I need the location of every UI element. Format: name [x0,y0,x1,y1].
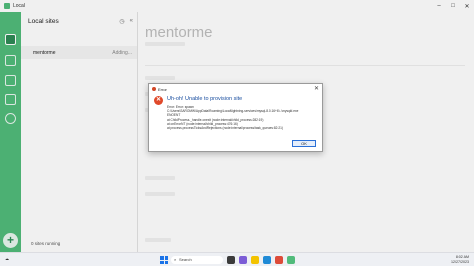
start-menu-icon[interactable] [160,256,168,264]
ok-button[interactable]: OK [292,140,316,147]
edge-icon[interactable] [263,256,271,264]
error-line: at process.processTicksAndRejections (no… [167,126,283,131]
dialog-heading: Uh-oh! Unable to provision site [167,96,243,102]
error-dialog: Error ✕ ✕ Uh-oh! Unable to provision sit… [148,83,323,152]
search-label: Search [179,257,192,262]
system-tray-clock[interactable]: 8:02 AM 12/27/2023 [451,255,469,264]
error-details: Error: Error: spawn C:\Users\SAROMW\AppD… [167,105,317,130]
search-icon: ⌕ [174,257,177,262]
local-app-window: Local – □ ✕ + Local sites ◷ « mentorme A… [0,0,474,252]
weather-widget-icon[interactable]: ☁ [5,256,9,261]
file-explorer-icon[interactable] [251,256,259,264]
clock-date: 12/27/2023 [451,259,469,264]
error-icon: ✕ [154,96,163,105]
error-line: C:\Users\SAROMW\AppData\Roaming\Local\li… [167,109,299,114]
local-taskbar-icon[interactable] [287,256,295,264]
chrome-icon[interactable] [275,256,283,264]
dialog-title-bar: Error ✕ [149,84,322,94]
dialog-close-icon[interactable]: ✕ [314,85,319,92]
taskbar-search[interactable]: ⌕ Search [171,256,223,264]
windows-taskbar: ☁ ⌕ Search 8:02 AM 12/27/2023 [0,252,474,266]
pinned-apps [227,256,295,264]
dialog-title: Error [158,86,167,92]
teams-icon[interactable] [239,256,247,264]
task-view-icon[interactable] [227,256,235,264]
error-small-icon [152,87,156,91]
